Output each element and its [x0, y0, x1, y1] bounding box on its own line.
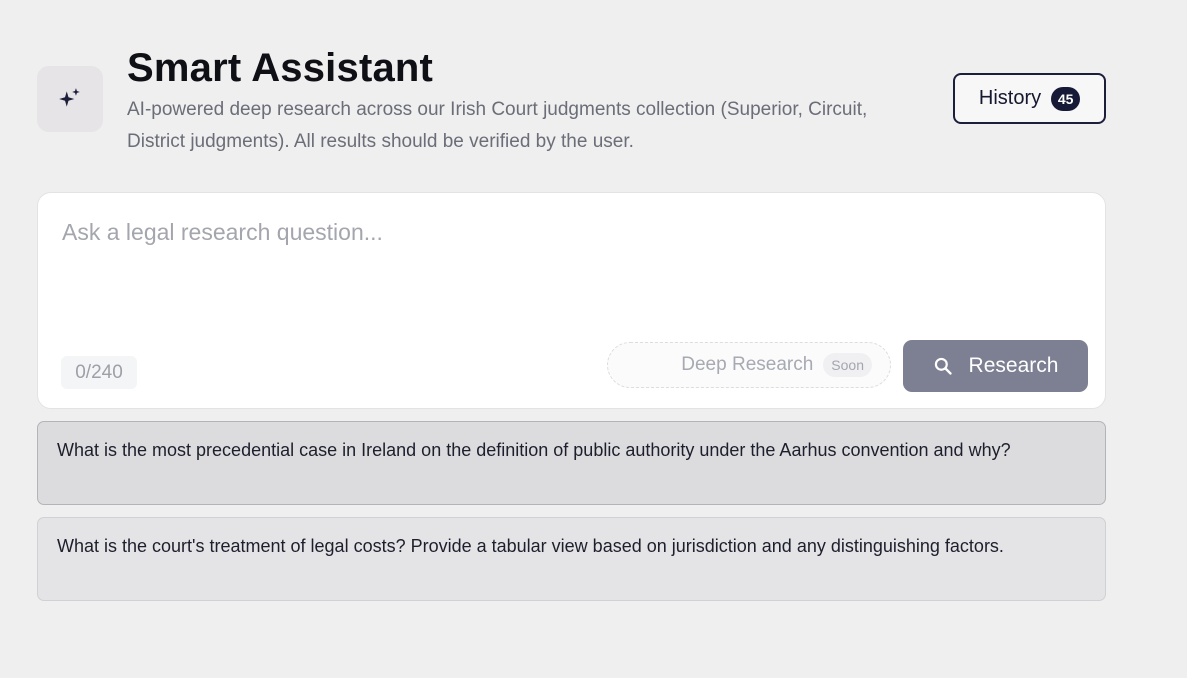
page-title: Smart Assistant: [127, 46, 434, 90]
deep-research-toggle[interactable]: Deep Research Soon: [607, 342, 891, 388]
suggestion-item[interactable]: What is the most precedential case in Ir…: [37, 421, 1106, 505]
suggestion-text: What is the court's treatment of legal c…: [57, 536, 1004, 556]
header: Smart Assistant AI-powered deep research…: [37, 44, 1107, 164]
soon-badge: Soon: [823, 353, 872, 377]
query-card: 0/240 Deep Research Soon Research: [37, 192, 1106, 409]
research-button-label: Research: [968, 354, 1059, 377]
sparkles-icon: [59, 88, 80, 107]
history-label: History: [978, 87, 1042, 109]
deep-research-label: Deep Research: [681, 354, 814, 375]
suggestion-text: What is the most precedential case in Ir…: [57, 440, 1011, 460]
research-question-input[interactable]: [62, 219, 1082, 339]
smart-assistant-page: Smart Assistant AI-powered deep research…: [0, 0, 1187, 678]
logo-badge: [37, 66, 103, 132]
character-counter: 0/240: [61, 356, 137, 389]
search-icon: [934, 357, 952, 375]
page-subtitle: AI-powered deep research across our Iris…: [127, 99, 868, 152]
history-button[interactable]: History 45: [953, 73, 1106, 124]
history-count-badge: 45: [1051, 86, 1081, 111]
research-button[interactable]: Research: [903, 340, 1088, 392]
suggestion-item[interactable]: What is the court's treatment of legal c…: [37, 517, 1106, 601]
